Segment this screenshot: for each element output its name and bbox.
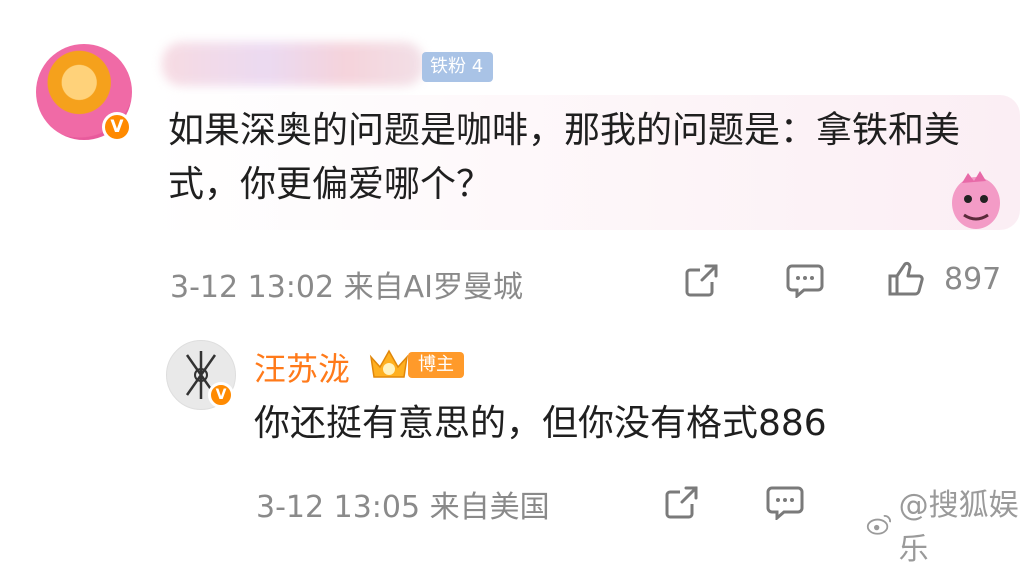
- username-blurred[interactable]: [162, 42, 424, 86]
- share-icon[interactable]: [664, 484, 700, 520]
- reply-text: 你还挺有意思的，但你没有格式886: [254, 403, 827, 444]
- weibo-logo-icon: [866, 515, 891, 535]
- crown-icon: [369, 349, 409, 378]
- verified-badge-icon: V: [208, 382, 234, 408]
- share-icon[interactable]: [684, 262, 720, 298]
- watermark-text: @搜狐娱乐: [898, 488, 1019, 567]
- comment-icon[interactable]: [786, 262, 824, 298]
- fan-badge-label: 铁粉 4: [430, 56, 484, 77]
- verified-badge-icon: V: [102, 112, 132, 142]
- fan-badge: 铁粉 4: [422, 52, 494, 82]
- author-badge: 博主: [408, 352, 464, 378]
- reply-meta: 3-12 13:05 来自美国: [256, 490, 550, 525]
- thumbs-up-icon[interactable]: [886, 260, 926, 298]
- comment-meta: 3-12 13:02 来自AI罗曼城: [170, 270, 523, 305]
- watermark: @搜狐娱乐: [866, 480, 1032, 568]
- like-count: 897: [944, 262, 1002, 297]
- dinosaur-sticker-icon: [952, 171, 1000, 229]
- username[interactable]: 汪苏泷: [254, 344, 350, 390]
- comment-text: 如果深奥的问题是咖啡，那我的问题是：拿铁和美式，你更偏爱哪个？: [168, 110, 961, 205]
- comment-icon[interactable]: [766, 484, 804, 520]
